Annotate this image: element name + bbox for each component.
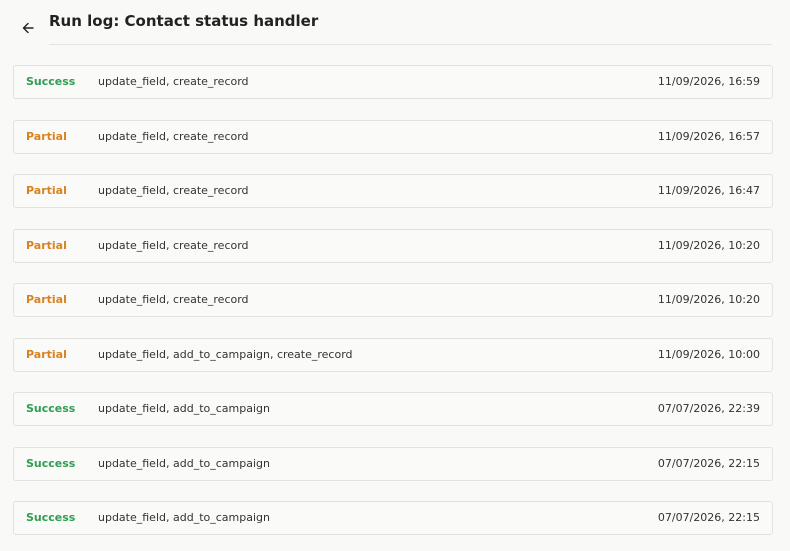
run-status: Partial <box>26 347 67 361</box>
run-row[interactable]: Success update_field, add_to_campaign 07… <box>13 392 773 426</box>
run-timestamp: 11/09/2026, 16:57 <box>657 129 760 143</box>
run-actions: update_field, create_record <box>98 184 249 197</box>
run-timestamp: 11/09/2026, 10:20 <box>657 293 760 306</box>
run-status: Success <box>26 511 76 524</box>
run-actions: update_field, create_record <box>98 238 249 252</box>
run-timestamp: 07/07/2026, 22:15 <box>657 456 760 470</box>
run-timestamp: 11/09/2026, 10:00 <box>657 347 760 361</box>
arrow-left-icon <box>21 20 35 39</box>
run-row[interactable]: Partial update_field, create_record 11/0… <box>13 283 773 317</box>
run-actions: update_field, create_record <box>98 293 249 306</box>
run-actions: update_field, create_record <box>98 129 249 143</box>
run-timestamp: 11/09/2026, 16:47 <box>657 184 760 197</box>
run-log-page: Run log: Contact status handler Success … <box>0 0 790 551</box>
run-status: Partial <box>26 293 67 306</box>
run-status: Success <box>26 402 76 415</box>
run-status: Partial <box>26 184 67 197</box>
run-timestamp: 11/09/2026, 16:59 <box>657 75 760 88</box>
run-row[interactable]: Success update_field, create_record 11/0… <box>13 65 773 99</box>
run-timestamp: 07/07/2026, 22:39 <box>657 402 760 415</box>
run-status: Success <box>26 456 76 470</box>
run-timestamp: 11/09/2026, 10:20 <box>657 238 760 252</box>
run-actions: update_field, add_to_campaign <box>98 511 270 524</box>
header-divider <box>49 44 772 45</box>
run-list: Success update_field, create_record 11/0… <box>13 65 773 551</box>
page-title: Run log: Contact status handler <box>49 12 319 30</box>
run-actions: update_field, create_record <box>98 75 249 88</box>
page-header: Run log: Contact status handler <box>0 0 790 45</box>
run-row[interactable]: Partial update_field, add_to_campaign, c… <box>13 337 773 372</box>
run-actions: update_field, add_to_campaign <box>98 402 270 415</box>
run-row[interactable]: Success update_field, add_to_campaign 07… <box>13 501 773 535</box>
run-actions: update_field, add_to_campaign, create_re… <box>98 347 353 361</box>
back-button[interactable] <box>17 18 39 40</box>
run-status: Partial <box>26 238 67 252</box>
run-row[interactable]: Partial update_field, create_record 11/0… <box>13 228 773 263</box>
run-status: Success <box>26 75 76 88</box>
run-timestamp: 07/07/2026, 22:15 <box>657 511 760 524</box>
run-row[interactable]: Success update_field, add_to_campaign 07… <box>13 446 773 481</box>
run-actions: update_field, add_to_campaign <box>98 456 270 470</box>
run-row[interactable]: Partial update_field, create_record 11/0… <box>13 119 773 154</box>
run-status: Partial <box>26 129 67 143</box>
run-row[interactable]: Partial update_field, create_record 11/0… <box>13 174 773 208</box>
